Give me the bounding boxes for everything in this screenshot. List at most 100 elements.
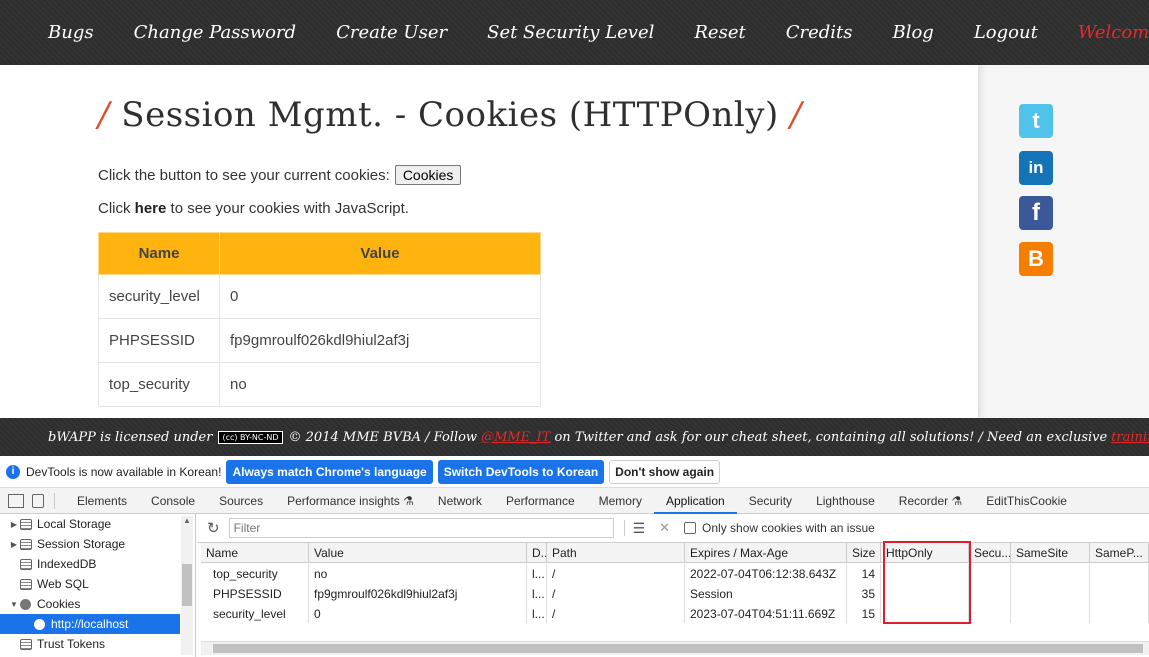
grid-horizontal-scrollbar[interactable] — [201, 641, 1149, 655]
twitter-handle-link[interactable]: @MME_IT — [481, 430, 550, 445]
page-title-text: Session Mgmt. - Cookies (HTTPOnly) — [121, 95, 779, 135]
storage-icon — [20, 538, 32, 550]
cookie-sameparty-cell — [1090, 564, 1149, 584]
sidebar-item-cookies[interactable]: ▼ Cookies — [0, 594, 195, 614]
col-header-samesite[interactable]: SameSite — [1011, 543, 1090, 563]
sidebar-item-local-storage[interactable]: ▶ Local Storage — [0, 514, 195, 534]
tab-editthiscookie[interactable]: EditThisCookie — [974, 488, 1079, 514]
sidebar-item-web-sql[interactable]: Web SQL — [0, 574, 195, 594]
refresh-icon[interactable]: ↻ — [207, 519, 220, 537]
content-card: / Session Mgmt. - Cookies (HTTPOnly) / C… — [0, 65, 978, 418]
only-issue-checkbox[interactable] — [684, 522, 697, 534]
nav-set-security-level[interactable]: Set Security Level — [487, 22, 654, 43]
col-header-domain[interactable]: D.. — [527, 543, 547, 563]
col-header-path[interactable]: Path — [547, 543, 685, 563]
sidebar-scroll-thumb[interactable] — [182, 564, 192, 606]
cookies-prompt: Click the button to see your current coo… — [98, 165, 462, 185]
tab-performance-insights-label: Performance insights — [287, 493, 400, 508]
tab-sources[interactable]: Sources — [207, 488, 275, 514]
tab-performance[interactable]: Performance — [494, 488, 587, 514]
linkedin-icon[interactable]: in — [1019, 151, 1053, 185]
cookie-filter-input[interactable] — [228, 518, 614, 538]
clear-filtered-icon[interactable]: ☰ — [633, 520, 646, 537]
tab-console[interactable]: Console — [139, 488, 207, 514]
devtools-infobar: i DevTools is now available in Korean! A… — [0, 456, 1149, 488]
table-row: PHPSESSID fp9gmroulf026kdl9hiul2af3j — [98, 318, 541, 363]
footer-follow-text: © 2014 MME BVBA / Follow — [288, 429, 478, 445]
facebook-icon[interactable]: f — [1019, 196, 1053, 230]
blogger-icon[interactable]: B — [1019, 242, 1053, 276]
nav-reset[interactable]: Reset — [694, 22, 745, 43]
training-link[interactable]: training — [1111, 430, 1149, 445]
nav-bugs[interactable]: Bugs — [48, 22, 94, 43]
col-header-size[interactable]: Size — [847, 543, 881, 563]
here-link[interactable]: here — [135, 200, 167, 217]
sidebar-item-label: Cookies — [37, 597, 81, 611]
cookie-name-cell: security_level — [201, 604, 309, 624]
cookie-expires-cell: 2022-07-04T06:12:38.643Z — [685, 564, 847, 584]
tab-network[interactable]: Network — [426, 488, 494, 514]
footer-cheat-text: on Twitter and ask for our cheat sheet, … — [554, 429, 1108, 445]
cookie-domain-cell: l... — [527, 584, 547, 604]
twitter-icon[interactable]: t — [1019, 104, 1053, 138]
tab-lighthouse[interactable]: Lighthouse — [804, 488, 887, 514]
sidebar-item-localhost-cookies[interactable]: http://localhost — [0, 614, 180, 634]
title-slash-left: / — [98, 95, 110, 135]
cookie-name-cell: top_security — [201, 564, 309, 584]
col-header-secure[interactable]: Secu... — [969, 543, 1011, 563]
cookie-secure-cell — [969, 604, 1011, 624]
cookie-samesite-cell — [1011, 564, 1090, 584]
grid-scroll-thumb[interactable] — [213, 644, 1143, 653]
inspect-element-icon[interactable] — [8, 493, 24, 508]
tab-application[interactable]: Application — [653, 488, 737, 514]
javascript-prompt: Click here to see your cookies with Java… — [98, 200, 409, 217]
col-header-value[interactable]: Value — [309, 543, 527, 563]
delete-all-icon[interactable]: ✕ — [659, 520, 670, 536]
database-icon — [20, 638, 32, 650]
cc-license-badge[interactable]: (cc) BY-NC-ND — [218, 430, 283, 444]
col-header-sameparty[interactable]: SameP... — [1090, 543, 1149, 563]
only-issue-label: Only show cookies with an issue — [702, 521, 875, 535]
cookie-sameparty-cell — [1090, 604, 1149, 624]
page-title: / Session Mgmt. - Cookies (HTTPOnly) / — [98, 95, 802, 135]
sidebar-item-trust-tokens[interactable]: Trust Tokens — [0, 634, 195, 654]
sidebar-item-label: Local Storage — [37, 517, 112, 531]
device-toolbar-icon[interactable] — [32, 493, 44, 508]
cookie-icon — [34, 618, 45, 630]
cookie-value-cell: no — [309, 564, 527, 584]
expand-arrow-icon[interactable]: ▶ — [8, 540, 20, 549]
expand-arrow-icon[interactable]: ▶ — [8, 520, 20, 529]
table-header-name: Name — [98, 232, 220, 275]
tab-security[interactable]: Security — [737, 488, 804, 514]
top-nav: Bugs Change Password Create User Set Sec… — [0, 0, 1149, 65]
col-header-expires[interactable]: Expires / Max-Age — [685, 543, 847, 563]
tab-memory[interactable]: Memory — [587, 488, 654, 514]
table-cell-value: no — [219, 362, 541, 407]
dont-show-again-button[interactable]: Don't show again — [609, 459, 721, 484]
cookie-secure-cell — [969, 584, 1011, 604]
scroll-up-arrow-icon[interactable]: ▲ — [181, 516, 193, 525]
match-language-button[interactable]: Always match Chrome's language — [226, 459, 433, 484]
tab-performance-insights[interactable]: Performance insights ⚗ — [275, 488, 426, 514]
nav-credits[interactable]: Credits — [786, 22, 853, 43]
application-sidebar: ▶ Local Storage ▶ Session Storage Indexe… — [0, 514, 196, 657]
sidebar-item-session-storage[interactable]: ▶ Session Storage — [0, 534, 195, 554]
footer-license-text: bWAPP is licensed under — [48, 429, 213, 445]
table-cell-name: top_security — [98, 362, 220, 407]
cookies-button[interactable]: Cookies — [394, 165, 462, 185]
nav-create-user[interactable]: Create User — [336, 22, 447, 43]
nav-logout[interactable]: Logout — [974, 22, 1038, 43]
col-header-name[interactable]: Name — [201, 543, 309, 563]
table-header-value: Value — [219, 232, 541, 275]
tab-elements[interactable]: Elements — [65, 488, 139, 514]
infobar-message: DevTools is now available in Korean! — [26, 464, 222, 479]
collapse-arrow-icon[interactable]: ▼ — [8, 600, 20, 609]
nav-change-password[interactable]: Change Password — [134, 22, 296, 43]
sidebar-scrollbar[interactable]: ▲ — [181, 516, 193, 655]
nav-blog[interactable]: Blog — [892, 22, 933, 43]
tab-recorder[interactable]: Recorder ⚗ — [887, 488, 974, 514]
only-issue-toggle[interactable]: Only show cookies with an issue — [684, 521, 875, 535]
sidebar-item-indexeddb[interactable]: IndexedDB — [0, 554, 195, 574]
cookie-expires-cell: 2023-07-04T04:51:11.669Z — [685, 604, 847, 624]
switch-korean-button[interactable]: Switch DevTools to Korean — [437, 459, 605, 484]
